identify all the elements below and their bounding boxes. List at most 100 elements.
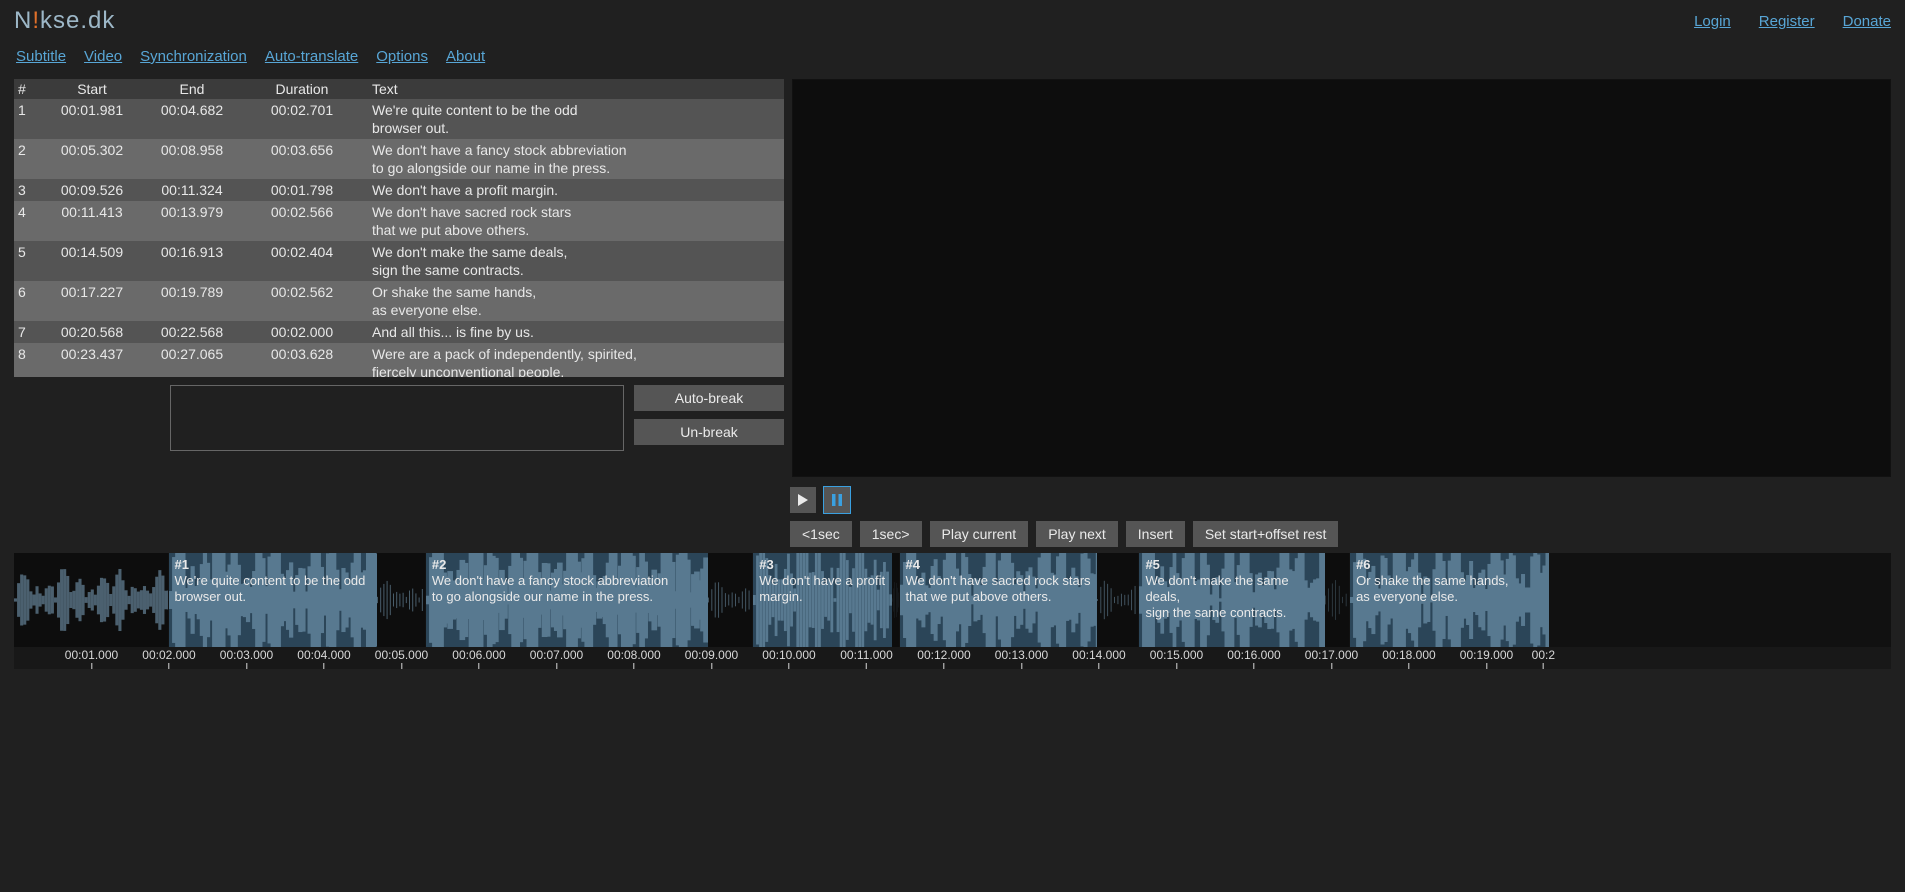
ruler-tick: 00:15.000	[1150, 648, 1203, 669]
video-preview[interactable]	[792, 79, 1891, 477]
row-num: 4	[14, 201, 42, 223]
waveform-gap[interactable]	[708, 553, 752, 647]
clip-index: #3	[759, 557, 886, 573]
row-start: 00:09.526	[42, 179, 142, 201]
waveform-clip[interactable]: #4We don't have sacred rock stars that w…	[899, 553, 1100, 647]
row-num: 8	[14, 343, 42, 365]
row-end: 00:16.913	[142, 241, 242, 263]
col-num: #	[14, 79, 42, 99]
waveform-clip[interactable]: #2We don't have a fancy stock abbreviati…	[425, 553, 710, 647]
auto-break-button[interactable]: Auto-break	[634, 385, 784, 411]
waveform-gap[interactable]	[377, 553, 425, 647]
play-button[interactable]	[790, 487, 816, 513]
clip-index: #4	[906, 557, 1093, 573]
ruler-tick: 00:06.000	[452, 648, 505, 669]
menu-auto-translate[interactable]: Auto-translate	[265, 48, 358, 65]
row-duration: 00:03.656	[242, 139, 362, 161]
waveform-clip[interactable]: #5We don't make the same deals, sign the…	[1138, 553, 1326, 647]
ruler-tick: 00:12.000	[917, 648, 970, 669]
row-duration: 00:01.798	[242, 179, 362, 201]
subtitle-row[interactable]: 200:05.30200:08.95800:03.656We don't hav…	[14, 139, 784, 179]
play-current-button[interactable]: Play current	[930, 521, 1029, 547]
ruler-tick: 00:05.000	[375, 648, 428, 669]
row-duration: 00:03.628	[242, 343, 362, 365]
menu-about[interactable]: About	[446, 48, 485, 65]
row-text: We don't have sacred rock stars that we …	[362, 201, 784, 241]
menu-synchronization[interactable]: Synchronization	[140, 48, 247, 65]
pause-icon	[832, 494, 842, 506]
ruler-tick: 00:19.000	[1460, 648, 1513, 669]
ruler-tick: 00:10.000	[762, 648, 815, 669]
menu-video[interactable]: Video	[84, 48, 122, 65]
menu-options[interactable]: Options	[376, 48, 428, 65]
logo-bang: !	[32, 7, 40, 34]
row-start: 00:01.981	[42, 99, 142, 121]
subtitle-list[interactable]: 100:01.98100:04.68200:02.701We're quite …	[14, 99, 784, 377]
row-end: 00:11.324	[142, 179, 242, 201]
subtitle-list-header: # Start End Duration Text	[14, 79, 784, 99]
logo[interactable]: N!kse.dk	[14, 7, 115, 35]
un-break-button[interactable]: Un-break	[634, 419, 784, 445]
row-text: We don't make the same deals, sign the s…	[362, 241, 784, 281]
subtitle-row[interactable]: 600:17.22700:19.78900:02.562Or shake the…	[14, 281, 784, 321]
row-num: 3	[14, 179, 42, 201]
waveform-gap[interactable]	[14, 553, 168, 647]
subtitle-row[interactable]: 300:09.52600:11.32400:01.798We don't hav…	[14, 179, 784, 201]
row-num: 6	[14, 281, 42, 303]
waveform-gap[interactable]	[1097, 553, 1138, 647]
row-text: We don't have a fancy stock abbreviation…	[362, 139, 784, 179]
time-ruler: 00:01.00000:02.00000:03.00000:04.00000:0…	[14, 647, 1891, 669]
row-start: 00:11.413	[42, 201, 142, 223]
row-end: 00:04.682	[142, 99, 242, 121]
row-duration: 00:02.701	[242, 99, 362, 121]
logo-rest: kse.dk	[40, 7, 115, 34]
set-start-offset-button[interactable]: Set start+offset rest	[1193, 521, 1339, 547]
ruler-tick: 00:13.000	[995, 648, 1048, 669]
back-1sec-button[interactable]: <1sec	[790, 521, 852, 547]
row-start: 00:20.568	[42, 321, 142, 343]
row-start: 00:05.302	[42, 139, 142, 161]
subtitle-row[interactable]: 100:01.98100:04.68200:02.701We're quite …	[14, 99, 784, 139]
row-num: 5	[14, 241, 42, 263]
waveform-timeline[interactable]: #1We're quite content to be the odd brow…	[14, 553, 1891, 669]
row-num: 7	[14, 321, 42, 343]
row-text: Or shake the same hands, as everyone els…	[362, 281, 784, 321]
ruler-tick: 00:16.000	[1227, 648, 1280, 669]
subtitle-text-editor[interactable]	[170, 385, 624, 451]
ruler-tick: 00:08.000	[607, 648, 660, 669]
donate-link[interactable]: Donate	[1843, 13, 1891, 30]
ruler-tick: 00:14.000	[1072, 648, 1125, 669]
waveform-clip[interactable]: #6Or shake the same hands, as everyone e…	[1349, 553, 1550, 647]
clip-index: #1	[175, 557, 372, 573]
register-link[interactable]: Register	[1759, 13, 1815, 30]
forward-1sec-button[interactable]: 1sec>	[860, 521, 922, 547]
subtitle-row[interactable]: 400:11.41300:13.97900:02.566We don't hav…	[14, 201, 784, 241]
menu-subtitle[interactable]: Subtitle	[16, 48, 66, 65]
menubar: Subtitle Video Synchronization Auto-tran…	[0, 38, 1905, 79]
subtitle-row[interactable]: 500:14.50900:16.91300:02.404We don't mak…	[14, 241, 784, 281]
waveform-clip[interactable]: #1We're quite content to be the odd brow…	[168, 553, 379, 647]
row-end: 00:19.789	[142, 281, 242, 303]
row-duration: 00:02.566	[242, 201, 362, 223]
insert-button[interactable]: Insert	[1126, 521, 1185, 547]
ruler-tick: 00:04.000	[297, 648, 350, 669]
logo-n: N	[14, 7, 32, 34]
row-duration: 00:02.562	[242, 281, 362, 303]
pause-button[interactable]	[824, 487, 850, 513]
subtitle-row[interactable]: 800:23.43700:27.06500:03.628Were are a p…	[14, 343, 784, 377]
login-link[interactable]: Login	[1694, 13, 1731, 30]
subtitle-row[interactable]: 700:20.56800:22.56800:02.000And all this…	[14, 321, 784, 343]
col-start: Start	[42, 79, 142, 99]
clip-index: #2	[432, 557, 703, 573]
waveform-gap[interactable]	[1325, 553, 1349, 647]
clip-text: We don't have sacred rock stars that we …	[906, 573, 1093, 605]
row-num: 1	[14, 99, 42, 121]
col-duration: Duration	[242, 79, 362, 99]
row-start: 00:23.437	[42, 343, 142, 365]
waveform-gap[interactable]	[892, 553, 899, 647]
row-start: 00:17.227	[42, 281, 142, 303]
play-next-button[interactable]: Play next	[1036, 521, 1118, 547]
ruler-tick: 00:09.000	[685, 648, 738, 669]
waveform-clip[interactable]: #3We don't have a profit margin.	[752, 553, 893, 647]
clip-text: We're quite content to be the odd browse…	[175, 573, 372, 605]
